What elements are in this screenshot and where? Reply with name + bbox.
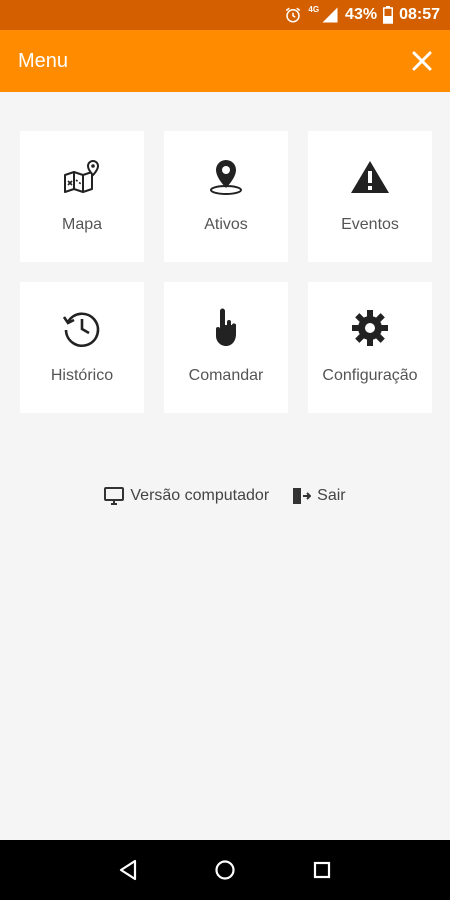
alarm-icon [284, 6, 302, 24]
close-button[interactable] [410, 49, 434, 73]
exit-icon [293, 488, 312, 504]
home-icon [215, 860, 235, 880]
menu-item-configuracao[interactable]: Configuração [308, 282, 432, 413]
logout-label: Sair [317, 487, 346, 504]
recents-icon [313, 861, 330, 879]
logout-link[interactable]: Sair [291, 487, 346, 505]
signal-icon [321, 6, 339, 24]
desktop-version-label: Versão computador [130, 487, 270, 504]
menu-item-label: Mapa [61, 216, 103, 233]
back-button[interactable] [114, 856, 142, 884]
battery-percentage: 43% [345, 6, 378, 23]
menu-item-historico[interactable]: Histórico [20, 282, 144, 413]
menu-item-label: Comandar [188, 367, 264, 384]
location-pin-icon [208, 157, 244, 197]
map-icon [62, 157, 102, 197]
menu-grid: Mapa Ativos Eventos Histórico Comandar C… [20, 131, 432, 413]
menu-item-label: Configuração [322, 367, 418, 384]
status-bar: 4G 43% 08:57 [0, 0, 450, 30]
system-nav-bar [0, 840, 450, 900]
menu-item-eventos[interactable]: Eventos [308, 131, 432, 262]
recents-button[interactable] [308, 856, 336, 884]
network-type: 4G [308, 4, 320, 14]
warning-icon [350, 157, 390, 197]
home-button[interactable] [211, 856, 239, 884]
page-title: Menu [18, 49, 69, 72]
app-bar: Menu [0, 30, 450, 92]
desktop-version-link[interactable]: Versão computador [104, 487, 269, 505]
menu-item-label: Ativos [204, 216, 248, 233]
footer-links: Versão computador Sair [0, 487, 450, 505]
close-icon [412, 51, 432, 71]
menu-item-ativos[interactable]: Ativos [164, 131, 288, 262]
battery-icon [383, 6, 394, 24]
hand-pointer-icon [211, 308, 241, 348]
menu-item-comandar[interactable]: Comandar [164, 282, 288, 413]
history-icon [62, 308, 102, 348]
gear-icon [350, 308, 390, 348]
monitor-icon [104, 487, 125, 505]
clock: 08:57 [399, 6, 440, 23]
back-icon [120, 859, 137, 881]
menu-item-label: Histórico [50, 367, 114, 384]
menu-item-label: Eventos [341, 216, 399, 233]
menu-item-mapa[interactable]: Mapa [20, 131, 144, 262]
